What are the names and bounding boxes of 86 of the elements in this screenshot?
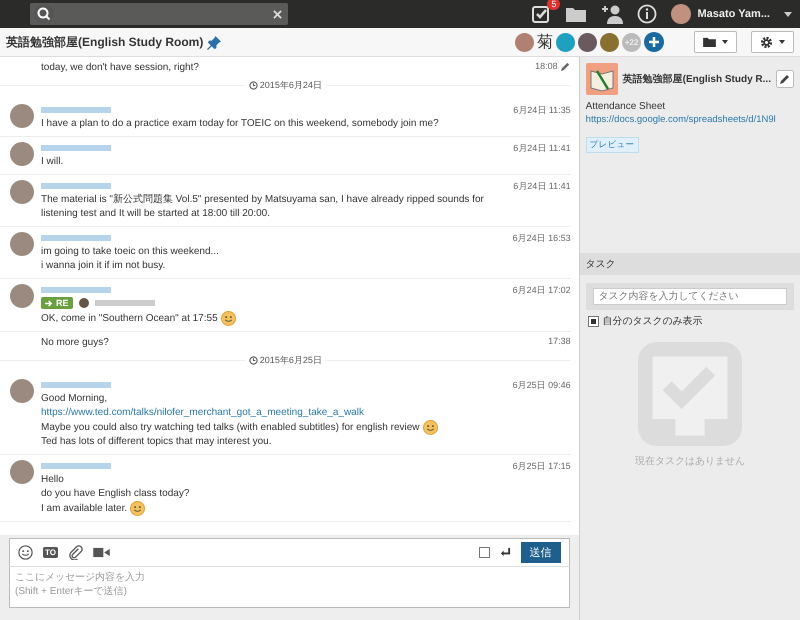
user-avatar[interactable] [10,284,34,308]
caret-icon [722,40,728,44]
message-time: 6月25日 09:46 [512,379,571,392]
arrow-icon [45,300,54,306]
pin-icon[interactable] [207,34,222,50]
video-icon[interactable] [92,547,110,558]
info-icon[interactable] [637,4,658,24]
room-description: Attendance Sheet [586,101,666,112]
only-mine-checkbox[interactable] [588,316,599,326]
folder-dropdown-button[interactable] [694,31,737,53]
blurred-name [41,183,111,189]
to-button[interactable]: TO [43,547,58,558]
caret-icon [779,40,785,44]
message-text: today, we don't have session, right? [41,61,199,75]
blurred-name [94,300,155,306]
message-text: do you have English class today? [41,487,190,501]
user-avatar[interactable] [10,460,34,484]
empty-task-message: 現在タスクはありません [634,455,745,468]
only-mine-label: 自分のタスクのみ表示 [602,314,703,328]
message-text: I have a plan to do a practice exam today for TOEIC on this weekend, somebody join me? [41,117,439,131]
user-avatar[interactable] [10,142,34,166]
send-button[interactable]: 送信 [520,542,561,563]
user-avatar [78,298,89,308]
user-avatar[interactable] [10,104,34,128]
caret-icon[interactable] [784,12,792,16]
blurred-name [41,235,111,241]
room-name: 英語勉強部屋(English Study R... [622,72,771,86]
member-avatar[interactable] [600,32,619,52]
user-avatar[interactable] [10,180,34,204]
enter-send-checkbox[interactable] [478,547,490,558]
message-text: im going to take toeic on this weekend... [41,245,219,259]
user-avatar[interactable] [10,379,34,403]
message-input[interactable]: ここにメッセージ内容を入力 (Shift + Enterキーで送信) [9,567,570,608]
member-avatar[interactable]: 菊 [537,32,553,52]
message-time: 6月24日 11:35 [513,104,571,117]
message-time: 18:08 [535,61,558,73]
message-time: 6月25日 17:15 [512,460,571,473]
message-text: Ted has lots of different topics that may interest you. [41,435,272,449]
blurred-name [41,463,111,469]
message-text: OK, come in "Southern Ocean" at 17:55 [41,312,218,326]
message-text: I am available later. [41,502,128,516]
clear-icon[interactable] [273,10,282,18]
emoji-icon[interactable] [18,545,33,560]
blurred-name [41,287,111,293]
message-text: i wanna join it if im not busy. [41,259,166,273]
message-text: The material is "新公式問題集 Vol.5" presented by Matsuyama san, I have already ripped sounds for listening test and It will be started at 18:00 till 20:00. [41,193,485,221]
user-avatar[interactable] [10,232,34,256]
pencil-icon[interactable] [776,70,794,88]
settings-icon [760,36,773,48]
room-title: 英語勉強部屋(English Study Room) [6,34,204,50]
message-time: 6月24日 16:53 [512,232,571,245]
add-user-icon[interactable] [601,4,624,24]
user-avatar[interactable] [671,4,692,24]
member-avatar[interactable] [556,32,575,52]
notification-badge: 5 [547,0,560,10]
message-time: 6月24日 11:41 [513,180,571,193]
message-text: Hello [41,473,64,487]
message-text: I will. [41,155,64,169]
message-time: 17:38 [548,336,571,348]
preview-button[interactable]: プレビュー [586,137,639,153]
reply-tag[interactable]: RE [41,297,73,309]
message-text: No more guys? [41,336,109,350]
message-time: 6月24日 11:41 [513,142,571,155]
blurred-name [41,145,111,151]
folder-icon [703,37,716,47]
search-field[interactable] [30,3,288,25]
task-icon[interactable] [531,4,552,24]
user-name[interactable]: Masato Yam... [697,8,770,20]
pencil-icon[interactable] [560,61,571,72]
add-member-icon[interactable] [644,32,664,52]
message-text: Maybe you could also try watching ted talks (with enabled subtitles) for english review [41,420,420,434]
message-time: 6月24日 17:02 [512,284,571,297]
blurred-name [41,382,111,388]
enter-icon [500,547,511,558]
folder-icon[interactable] [565,5,588,23]
blurred-name [41,107,111,113]
paperclip-icon[interactable] [68,545,83,560]
notebook-icon [586,63,618,95]
task-input[interactable]: タスク内容を入力してください [592,288,787,305]
settings-dropdown-button[interactable] [751,31,794,53]
message-text: Good Morning, [41,392,108,406]
task-section-header: タスク [580,253,800,275]
member-avatar[interactable] [578,32,597,52]
message-link[interactable]: https://www.ted.com/talks/nilofer_merchant_got_a_meeting_take_a_walk [41,406,364,420]
member-avatar[interactable] [515,32,534,52]
spreadsheet-link[interactable]: https://docs.google.com/spreadsheets/d/1N9l [586,114,776,125]
